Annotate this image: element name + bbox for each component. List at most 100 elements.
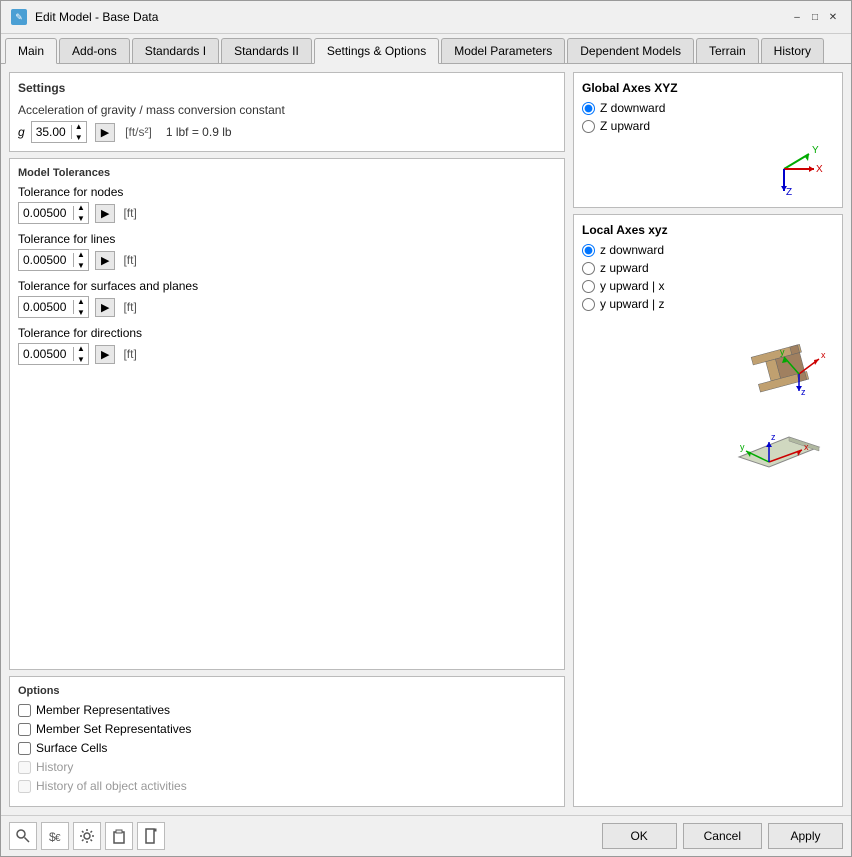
cancel-button[interactable]: Cancel — [683, 823, 762, 849]
tolerance-surfaces-up[interactable]: ▲ — [74, 296, 88, 307]
bottom-icons: $ € — [9, 822, 165, 850]
tolerance-directions-arrows: ▲ ▼ — [74, 343, 88, 365]
tolerance-nodes-label: Tolerance for nodes — [18, 185, 556, 199]
global-axes-diagram: Y X Z — [582, 139, 834, 199]
global-axes-z-up-label: Z upward — [600, 119, 650, 133]
minimize-button[interactable]: – — [789, 9, 805, 25]
local-axes-title: Local Axes xyz — [582, 223, 834, 237]
plane-svg: x y z — [724, 407, 834, 477]
title-bar: ✎ Edit Model - Base Data – □ ✕ — [1, 1, 851, 34]
tolerance-nodes-spinner: 0.00500 ▲ ▼ — [18, 202, 89, 224]
surface-cells-checkbox[interactable] — [18, 742, 31, 755]
main-content: Settings Acceleration of gravity / mass … — [1, 64, 851, 815]
maximize-button[interactable]: □ — [807, 9, 823, 25]
tolerance-lines-arrow-btn[interactable]: ▶ — [95, 251, 115, 270]
search-icon-button[interactable] — [9, 822, 37, 850]
global-axes-z-down-radio[interactable] — [582, 102, 595, 115]
tolerance-lines-value[interactable]: 0.00500 — [19, 253, 74, 267]
local-axes-y-up-x: y upward | x — [582, 279, 834, 293]
tolerance-surfaces-arrows: ▲ ▼ — [74, 296, 88, 318]
tab-model-params[interactable]: Model Parameters — [441, 38, 565, 63]
local-axes-z-down-label: z downward — [600, 243, 664, 257]
tolerance-lines-unit: [ft] — [123, 253, 136, 267]
svg-text:z: z — [801, 387, 806, 397]
close-button[interactable]: ✕ — [825, 9, 841, 25]
tolerance-directions-value[interactable]: 0.00500 — [19, 347, 74, 361]
currency-icon: $ € — [47, 828, 63, 844]
surface-cells-label: Surface Cells — [36, 741, 107, 755]
svg-text:z: z — [771, 432, 776, 442]
svg-text:x: x — [821, 350, 826, 360]
global-axes-z-up-radio[interactable] — [582, 120, 595, 133]
tab-history[interactable]: History — [761, 38, 824, 63]
title-bar-left: ✎ Edit Model - Base Data — [11, 9, 158, 25]
tolerance-directions-unit: [ft] — [123, 347, 136, 361]
document-icon — [143, 828, 159, 844]
apply-button[interactable]: Apply — [768, 823, 843, 849]
svg-text:€: € — [55, 833, 61, 844]
local-axes-z-up-radio[interactable] — [582, 262, 595, 275]
gravity-description: Acceleration of gravity / mass conversio… — [18, 103, 556, 117]
gravity-arrow-btn[interactable]: ▶ — [95, 123, 115, 142]
history-all-label: History of all object activities — [36, 779, 187, 793]
tab-settings[interactable]: Settings & Options — [314, 38, 439, 64]
ok-button[interactable]: OK — [602, 823, 677, 849]
title-controls: – □ ✕ — [789, 9, 841, 25]
tolerance-surfaces-value[interactable]: 0.00500 — [19, 300, 74, 314]
gravity-value[interactable]: 35.00 — [32, 125, 72, 139]
tab-dependent[interactable]: Dependent Models — [567, 38, 694, 63]
option-surface-cells: Surface Cells — [18, 741, 556, 755]
option-member-representatives: Member Representatives — [18, 703, 556, 717]
local-axes-y-up-z: y upward | z — [582, 297, 834, 311]
tab-addons[interactable]: Add-ons — [59, 38, 130, 63]
tolerance-nodes-value[interactable]: 0.00500 — [19, 206, 74, 220]
member-representatives-label: Member Representatives — [36, 703, 170, 717]
tolerance-nodes-up[interactable]: ▲ — [74, 202, 88, 213]
options-title: Options — [18, 685, 556, 697]
tab-terrain[interactable]: Terrain — [696, 38, 759, 63]
member-representatives-checkbox[interactable] — [18, 704, 31, 717]
tolerance-directions-arrow-btn[interactable]: ▶ — [95, 345, 115, 364]
right-panel: Global Axes XYZ Z downward Z upward Y — [573, 72, 843, 807]
tolerance-directions-down[interactable]: ▼ — [74, 354, 88, 365]
svg-text:y: y — [740, 442, 745, 452]
tab-standards2[interactable]: Standards II — [221, 38, 312, 63]
tolerance-nodes-arrow-btn[interactable]: ▶ — [95, 204, 115, 223]
gravity-up[interactable]: ▲ — [72, 121, 86, 132]
local-axes-z-down-radio[interactable] — [582, 244, 595, 257]
tolerance-directions-row: Tolerance for directions 0.00500 ▲ ▼ ▶ [… — [18, 326, 556, 365]
gravity-conversion: 1 lbf = 0.9 lb — [166, 125, 232, 139]
local-axes-y-up-x-radio[interactable] — [582, 280, 595, 293]
tab-main[interactable]: Main — [5, 38, 57, 64]
local-axes-y-up-z-radio[interactable] — [582, 298, 595, 311]
global-axes-z-up: Z upward — [582, 119, 834, 133]
document-icon-button[interactable] — [137, 822, 165, 850]
settings-icon-button[interactable] — [73, 822, 101, 850]
tolerance-directions-label: Tolerance for directions — [18, 326, 556, 340]
svg-text:y: y — [780, 347, 785, 357]
tolerance-surfaces-down[interactable]: ▼ — [74, 307, 88, 318]
option-member-set-representatives: Member Set Representatives — [18, 722, 556, 736]
clipboard-icon-button[interactable] — [105, 822, 133, 850]
tab-standards1[interactable]: Standards I — [132, 38, 219, 63]
currency-icon-button[interactable]: $ € — [41, 822, 69, 850]
app-icon: ✎ — [11, 9, 27, 25]
tolerance-nodes-down[interactable]: ▼ — [74, 213, 88, 224]
global-axes-title: Global Axes XYZ — [582, 81, 834, 95]
tolerance-surfaces-unit: [ft] — [123, 300, 136, 314]
tolerance-lines-down[interactable]: ▼ — [74, 260, 88, 271]
local-axes-z-up-label: z upward — [600, 261, 649, 275]
global-axes-section: Global Axes XYZ Z downward Z upward Y — [573, 72, 843, 208]
tab-bar: Main Add-ons Standards I Standards II Se… — [1, 34, 851, 64]
svg-text:x: x — [804, 442, 809, 452]
search-icon — [15, 828, 31, 844]
tolerance-lines-up[interactable]: ▲ — [74, 249, 88, 260]
gravity-down[interactable]: ▼ — [72, 132, 86, 143]
history-label: History — [36, 760, 73, 774]
tolerance-directions-up[interactable]: ▲ — [74, 343, 88, 354]
svg-text:X: X — [816, 164, 823, 175]
tolerance-surfaces-arrow-btn[interactable]: ▶ — [95, 298, 115, 317]
member-set-representatives-checkbox[interactable] — [18, 723, 31, 736]
option-history: History — [18, 760, 556, 774]
beam-svg: x y z — [724, 319, 834, 399]
